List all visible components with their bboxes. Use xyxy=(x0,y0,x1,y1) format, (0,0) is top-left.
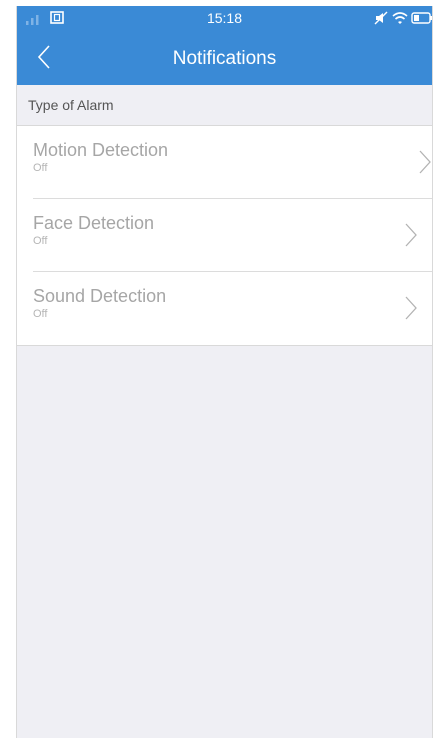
status-time: 15:18 xyxy=(206,10,243,26)
alarm-item-sound-detection[interactable]: Sound Detection Off xyxy=(17,272,432,345)
alarm-item-status: Off xyxy=(33,308,48,320)
section-header: Type of Alarm xyxy=(17,85,432,126)
alarm-item-status: Off xyxy=(33,162,48,174)
alarm-item-title: Face Detection xyxy=(33,213,155,233)
alarm-item-face-detection[interactable]: Face Detection Off xyxy=(17,199,432,272)
app-screen: 15:18 Notifications Type of Alarm Motion… xyxy=(16,6,433,738)
wifi-icon xyxy=(392,12,408,24)
alarm-item-title: Motion Detection xyxy=(33,140,169,160)
mute-icon xyxy=(374,11,388,25)
header: 15:18 Notifications xyxy=(17,6,432,85)
alarm-item-motion-detection[interactable]: Motion Detection Off xyxy=(17,126,432,199)
alarm-list: Motion Detection Off Face Detection Off … xyxy=(17,126,432,346)
chevron-right-icon xyxy=(405,296,417,320)
nav-bar: Notifications xyxy=(17,30,432,85)
page-title: Notifications xyxy=(172,48,277,69)
alarm-item-status: Off xyxy=(33,235,48,247)
battery-icon xyxy=(411,12,432,24)
section-label: Type of Alarm xyxy=(28,97,114,113)
chevron-right-icon xyxy=(405,223,417,247)
alarm-item-title: Sound Detection xyxy=(33,286,167,306)
chevron-right-icon xyxy=(419,150,431,174)
status-bar: 15:18 xyxy=(17,6,432,30)
